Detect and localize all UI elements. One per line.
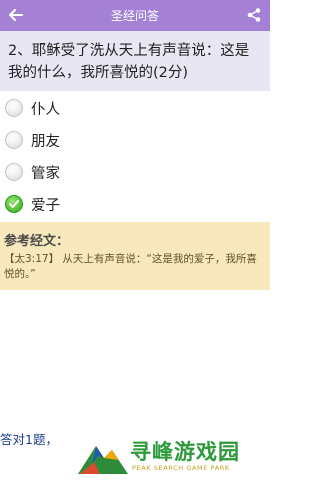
app-bar: 圣经问答 [0,0,270,31]
option-label: 朋友 [31,133,60,150]
radio-button[interactable] [5,99,23,117]
option-1[interactable]: 仆人 [0,93,270,123]
radio-button[interactable] [5,131,23,149]
reference-panel: 参考经文： 【太3:17】 从天上有声音说：“这是我的爱子，我所喜悦的。” [0,222,270,290]
back-arrow-icon[interactable] [4,3,28,27]
watermark-name: 寻峰游戏园 [130,440,240,464]
option-3[interactable]: 管家 [0,157,270,187]
option-4[interactable]: 爱子 [0,189,270,219]
option-label: 仆人 [31,101,60,118]
option-2[interactable]: 朋友 [0,125,270,155]
option-label: 管家 [31,165,60,182]
watermark-logo: 寻峰游戏园 PEAK SEARCH GAME PARK [72,432,270,480]
share-icon[interactable] [242,3,266,27]
score-status: 答对1题， [0,432,58,447]
reference-title: 参考经文： [4,234,70,249]
option-label: 爱子 [31,197,60,214]
mountain-logo-icon [78,446,128,474]
reference-text: 【太3:17】 从天上有声音说：“这是我的爱子，我所喜悦的。” [4,253,257,280]
radio-checked-icon[interactable] [5,195,23,213]
watermark-subtitle: PEAK SEARCH GAME PARK [132,464,230,472]
question-text: 2、耶稣受了洗从天上有声音说：这是我的什么，我所喜悦的(2分) [0,31,270,91]
page-title: 圣经问答 [110,9,159,23]
radio-button[interactable] [5,163,23,181]
